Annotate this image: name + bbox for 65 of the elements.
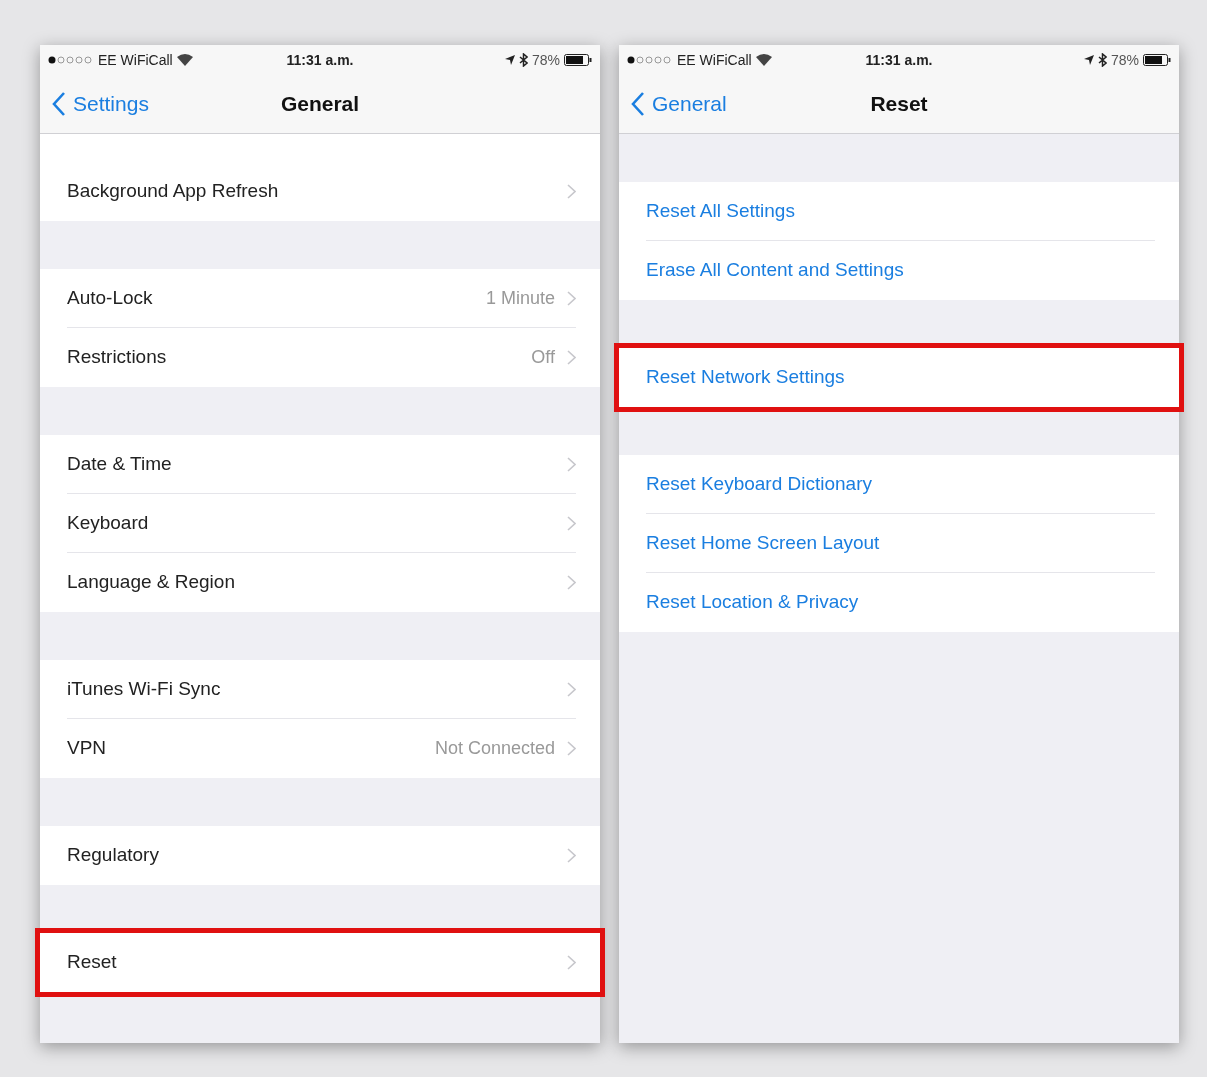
chevron-right-icon bbox=[567, 184, 576, 199]
row-value: Off bbox=[531, 346, 555, 369]
signal-dots-icon bbox=[48, 56, 94, 64]
wifi-icon bbox=[176, 54, 193, 66]
row-label: Restrictions bbox=[67, 345, 168, 370]
row-label: Auto-Lock bbox=[67, 285, 154, 310]
row-label: Erase All Content and Settings bbox=[646, 258, 905, 283]
row-value: 1 Minute bbox=[485, 286, 555, 310]
row-label: Reset Home Screen Layout bbox=[646, 530, 881, 555]
battery-icon bbox=[1143, 54, 1171, 66]
row-label: iTunes Wi-Fi Sync bbox=[67, 676, 222, 701]
settings-row[interactable]: Auto-Lock 1 Minute bbox=[40, 269, 600, 328]
back-button[interactable]: Settings bbox=[52, 88, 149, 120]
chevron-left-icon bbox=[52, 92, 65, 116]
row-label: Keyboard bbox=[67, 510, 150, 535]
clock-time: 11:31 a.m. bbox=[286, 50, 354, 70]
settings-row[interactable]: iTunes Wi-Fi Sync bbox=[40, 660, 600, 719]
row-label: Reset bbox=[67, 950, 118, 975]
battery-percent: 78% bbox=[531, 50, 560, 70]
settings-row[interactable]: Erase All Content and Settings bbox=[619, 241, 1179, 300]
chevron-right-icon bbox=[567, 515, 576, 531]
row-label: Reset All Settings bbox=[646, 198, 796, 223]
settings-row[interactable]: Regulatory bbox=[40, 826, 600, 885]
battery-icon bbox=[564, 54, 592, 66]
settings-row[interactable]: Reset Keyboard Dictionary bbox=[619, 455, 1179, 514]
carrier-label: EE WiFiCall bbox=[98, 50, 173, 70]
settings-row[interactable]: Reset All Settings bbox=[619, 182, 1179, 241]
row-label: VPN bbox=[67, 736, 108, 761]
location-arrow-icon bbox=[504, 55, 515, 65]
row-label: Date & Time bbox=[67, 451, 173, 476]
row-label: Language & Region bbox=[67, 570, 236, 595]
settings-row[interactable]: Date & Time bbox=[40, 435, 600, 494]
chevron-right-icon bbox=[567, 681, 576, 697]
chevron-right-icon bbox=[567, 350, 576, 365]
row-label: Reset Network Settings bbox=[646, 365, 846, 390]
nav-title: Reset bbox=[870, 91, 928, 118]
settings-row[interactable]: Language & Region bbox=[40, 553, 600, 612]
back-button[interactable]: General bbox=[631, 88, 727, 120]
settings-row[interactable]: Reset Home Screen Layout bbox=[619, 514, 1179, 573]
row-label: Regulatory bbox=[67, 843, 160, 868]
signal-dots-icon bbox=[627, 56, 673, 64]
settings-row[interactable]: Restrictions Off bbox=[40, 328, 600, 387]
chevron-right-icon bbox=[567, 575, 576, 590]
bluetooth-icon bbox=[1097, 53, 1107, 67]
chevron-right-icon bbox=[567, 290, 576, 306]
settings-row[interactable]: Keyboard bbox=[40, 494, 600, 553]
nav-title: General bbox=[280, 91, 360, 118]
chevron-right-icon bbox=[567, 741, 576, 756]
row-label: Reset Keyboard Dictionary bbox=[646, 471, 873, 496]
row-label: Background App Refresh bbox=[67, 179, 280, 204]
settings-row[interactable]: VPN Not Connected bbox=[40, 719, 600, 778]
location-arrow-icon bbox=[1083, 55, 1094, 65]
clock-time: 11:31 a.m. bbox=[865, 50, 933, 70]
chevron-right-icon bbox=[567, 456, 576, 472]
bluetooth-icon bbox=[518, 53, 528, 67]
chevron-right-icon bbox=[567, 955, 576, 970]
wifi-icon bbox=[755, 54, 772, 66]
carrier-label: EE WiFiCall bbox=[677, 50, 752, 70]
battery-percent: 78% bbox=[1110, 50, 1139, 70]
chevron-right-icon bbox=[567, 848, 576, 863]
settings-row[interactable]: Background App Refresh bbox=[40, 162, 600, 221]
row-value: Not Connected bbox=[434, 737, 555, 760]
settings-row[interactable]: Reset Location & Privacy bbox=[619, 573, 1179, 632]
chevron-left-icon bbox=[631, 92, 644, 116]
row-label: Reset Location & Privacy bbox=[646, 590, 860, 615]
